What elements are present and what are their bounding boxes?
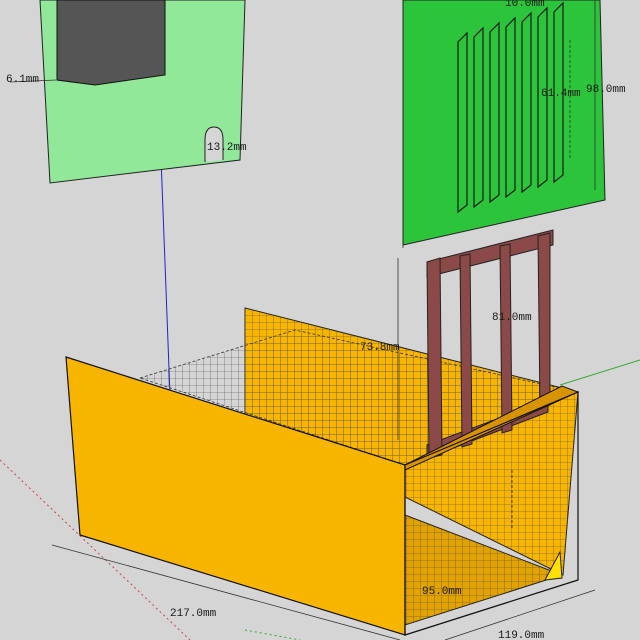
dim-inner-depth: 95.0mm <box>422 586 462 598</box>
dim-slot-length: 61.4mm <box>541 88 581 100</box>
dim-box-width: 119.0mm <box>498 630 545 640</box>
dim-slot-spacing: 10.0mm <box>505 0 545 10</box>
dim-wall-height: 73.8mm <box>360 342 400 354</box>
dim-frame-height: 81.0mm <box>492 312 532 324</box>
green-axis <box>559 359 640 386</box>
modeling-viewport[interactable]: 6.1mm 13.2mm 10.0mm 61.4mm 98.0mm 73.8mm… <box>0 0 640 640</box>
dim-notch-size: 13.2mm <box>207 142 247 154</box>
dim-top-left-width: 6.1mm <box>6 74 39 86</box>
dim-box-length: 217.0mm <box>170 608 217 620</box>
top-left-panel[interactable] <box>39 0 246 184</box>
green-axis-dotted <box>244 629 301 640</box>
dim-panel-height: 98.0mm <box>586 84 626 96</box>
top-right-panel[interactable] <box>402 0 606 246</box>
